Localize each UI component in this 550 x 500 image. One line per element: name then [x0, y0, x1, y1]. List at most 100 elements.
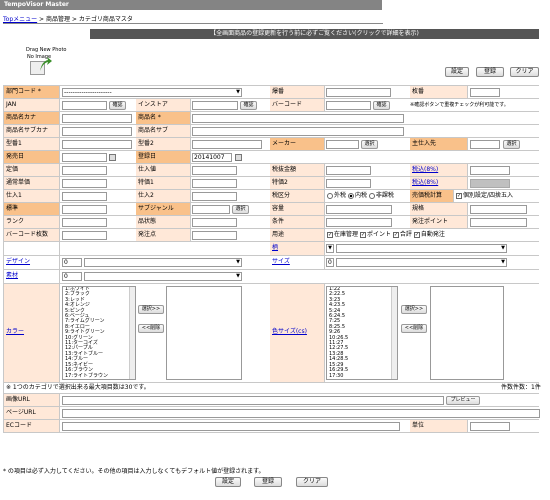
size-link[interactable]: サイズ — [272, 258, 290, 265]
notice-banner[interactable]: 【全画面商品の登録更新を行う前に必ずご覧ください(クリックで詳細を表示) — [90, 29, 539, 39]
shiyo-input[interactable] — [326, 88, 391, 97]
row-pageurl: ページURL — [4, 407, 540, 420]
tax-none-radio[interactable] — [368, 192, 375, 199]
tax-out-radio[interactable] — [327, 192, 333, 199]
instore-label: インストア — [136, 99, 191, 111]
tax8b-link[interactable]: 税込(8%) — [412, 179, 438, 186]
material-code[interactable]: 0 — [62, 272, 82, 281]
design-link[interactable]: デザイン — [6, 258, 30, 265]
color-list[interactable]: 1:ホワイト 2:ブラック 3:レッド 4:オレンジ 5:ピンク 6:ベージュ 7:ライムグ… — [62, 286, 136, 380]
subkana-input[interactable] — [62, 127, 132, 136]
color-link[interactable]: カラー — [6, 328, 24, 335]
bottom-register-button[interactable]: 登録 — [254, 477, 282, 487]
size-input[interactable] — [62, 205, 107, 214]
subgenre-input[interactable] — [192, 205, 230, 214]
row-note: ※ 1つのカテゴリで選択出来る最大項目数は30です。 件数件数：1件 — [4, 383, 541, 394]
scrollbar[interactable] — [391, 287, 397, 379]
model2-input[interactable] — [192, 140, 262, 149]
capacity-input[interactable] — [326, 205, 392, 214]
price-input[interactable] — [62, 166, 107, 175]
size-add-button[interactable]: 選択>> — [401, 305, 427, 314]
ecode-input[interactable] — [62, 422, 400, 431]
subgenre-select-button[interactable]: 選択 — [232, 205, 249, 214]
list-option[interactable]: 17:ライトブラウン — [65, 373, 135, 379]
pattern-code[interactable] — [326, 244, 334, 253]
unit-input[interactable] — [470, 205, 527, 214]
clear-button[interactable]: クリア — [510, 67, 539, 77]
preview-button[interactable]: プレビュー — [446, 396, 480, 405]
barcode-count-input[interactable] — [62, 231, 107, 240]
breadcrumb-top-link[interactable]: Topメニュー — [3, 16, 37, 23]
jan-input[interactable] — [62, 101, 107, 110]
name-input[interactable] — [192, 114, 404, 123]
tax8-input[interactable] — [470, 166, 510, 175]
dept-select[interactable]: ---------------------- — [62, 88, 242, 97]
design-code[interactable]: 0 — [62, 258, 82, 267]
tax8-link[interactable]: 税込(8%) — [412, 166, 438, 173]
supplier-input[interactable] — [470, 140, 500, 149]
kana-input[interactable] — [62, 114, 132, 123]
jan-confirm-button[interactable]: 確認 — [109, 101, 126, 110]
unit-input-2[interactable] — [470, 422, 510, 431]
pattern-link[interactable]: 柄 — [272, 244, 278, 251]
cost-input[interactable] — [192, 166, 237, 175]
size-remove-button[interactable]: <<削除 — [401, 324, 427, 333]
color-selected-list[interactable] — [166, 286, 242, 380]
orderpoint-label: 発注ポイント — [410, 216, 468, 228]
scrollbar[interactable] — [129, 287, 135, 379]
rank-input[interactable] — [62, 218, 107, 227]
release-input[interactable] — [62, 153, 107, 162]
subname-input[interactable] — [192, 127, 404, 136]
tax8b-readonly — [470, 179, 510, 188]
size-label-cell: サイズ — [270, 256, 325, 269]
special2-input[interactable] — [326, 179, 371, 188]
taxfree-input[interactable] — [326, 166, 371, 175]
shiire2-input[interactable] — [192, 192, 237, 201]
orderpoint-input[interactable] — [470, 218, 527, 227]
regdate-input[interactable]: 20141007 — [192, 153, 232, 162]
normalprice-input[interactable] — [62, 179, 107, 188]
bottom-setting-button[interactable]: 設定 — [215, 477, 241, 487]
setting-button[interactable]: 設定 — [445, 67, 469, 77]
list-option[interactable]: 17:30 — [329, 373, 397, 379]
calendar-icon[interactable] — [109, 154, 116, 161]
bottom-clear-button[interactable]: クリア — [296, 477, 328, 487]
size-list[interactable]: 1:22 2:22.5 3:23 4:23.5 5:24 6:24.5 7:25 8:25.5… — [326, 286, 398, 380]
supplier-select-button[interactable]: 選択 — [503, 140, 520, 149]
barcode-input[interactable] — [326, 101, 371, 110]
color-add-button[interactable]: 選択>> — [138, 305, 164, 314]
row-material: 素材 0 — [4, 270, 539, 284]
size-selected-list[interactable] — [430, 286, 504, 380]
pattern-select[interactable] — [336, 244, 507, 253]
special1-input[interactable] — [192, 179, 237, 188]
model1-input[interactable] — [62, 140, 132, 149]
salestax-checkbox[interactable]: ✓ — [456, 192, 462, 199]
shiire1-input[interactable] — [62, 192, 107, 201]
stock-checkbox[interactable]: ✓ — [327, 231, 333, 238]
imgurl-input[interactable] — [62, 396, 444, 405]
register-button[interactable]: 登録 — [476, 67, 504, 77]
color-remove-button[interactable]: <<削除 — [138, 324, 164, 333]
maker-input[interactable] — [326, 140, 359, 149]
auto-order-checkbox[interactable]: ✓ — [413, 231, 420, 238]
size-select[interactable] — [336, 258, 507, 267]
maker-select-button[interactable]: 選択 — [361, 140, 378, 149]
colorsize-link[interactable]: 色サイズ(cs) — [272, 328, 307, 335]
point-checkbox[interactable]: ✓ — [359, 231, 366, 238]
type-input[interactable] — [192, 218, 237, 227]
design-select[interactable] — [84, 258, 242, 267]
tax-in-radio[interactable] — [347, 192, 354, 199]
material-select[interactable] — [84, 272, 242, 281]
pass-checkbox[interactable]: ✓ — [392, 231, 399, 238]
instore-input[interactable] — [192, 101, 238, 110]
sakuban-input[interactable] — [470, 88, 500, 97]
order-unit-input[interactable] — [192, 231, 237, 240]
pageurl-input[interactable] — [62, 409, 540, 418]
breadcrumb-sep: > — [37, 16, 46, 23]
condition-input[interactable] — [326, 218, 392, 227]
barcode-confirm-button[interactable]: 確認 — [373, 101, 390, 110]
calendar-icon[interactable] — [235, 154, 242, 161]
size-code[interactable]: 0 — [326, 258, 334, 267]
material-link[interactable]: 素材 — [6, 272, 18, 279]
instore-confirm-button[interactable]: 確認 — [240, 101, 257, 110]
